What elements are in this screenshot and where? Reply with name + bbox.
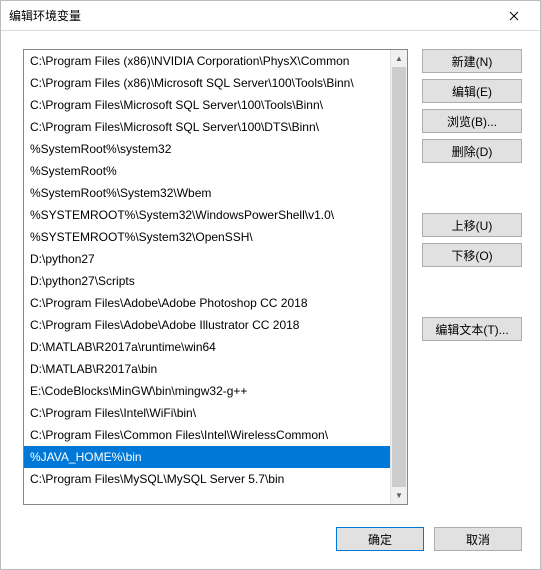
movedown-button-label: 下移(O) xyxy=(451,247,492,264)
scroll-up-button[interactable]: ▲ xyxy=(391,50,407,67)
ok-button[interactable]: 确定 xyxy=(336,527,424,551)
edittext-button-label: 编辑文本(T)... xyxy=(435,321,508,338)
cancel-button[interactable]: 取消 xyxy=(434,527,522,551)
side-buttons: 新建(N) 编辑(E) 浏览(B)... 删除(D) 上移(U) 下移(O) 编… xyxy=(422,49,522,505)
list-item-selected[interactable]: %JAVA_HOME%\bin xyxy=(24,446,390,468)
new-button[interactable]: 新建(N) xyxy=(422,49,522,73)
list-item[interactable]: C:\Program Files\Common Files\Intel\Wire… xyxy=(24,424,390,446)
spacer xyxy=(422,169,522,207)
list-item[interactable]: %SystemRoot% xyxy=(24,160,390,182)
footer-buttons: 确定 取消 xyxy=(336,527,522,551)
cancel-button-label: 取消 xyxy=(466,531,490,548)
chevron-down-icon: ▼ xyxy=(395,491,403,500)
new-button-label: 新建(N) xyxy=(452,53,493,70)
titlebar: 编辑环境变量 xyxy=(1,1,540,31)
scroll-thumb[interactable] xyxy=(392,67,406,487)
ok-button-label: 确定 xyxy=(368,531,392,548)
list-item[interactable]: C:\Program Files\Microsoft SQL Server\10… xyxy=(24,116,390,138)
list-item[interactable]: D:\python27\Scripts xyxy=(24,270,390,292)
list-item[interactable]: E:\CodeBlocks\MinGW\bin\mingw32-g++ xyxy=(24,380,390,402)
list-item[interactable]: C:\Program Files (x86)\Microsoft SQL Ser… xyxy=(24,72,390,94)
path-listbox[interactable]: C:\Program Files (x86)\NVIDIA Corporatio… xyxy=(24,50,390,504)
delete-button-label: 删除(D) xyxy=(452,143,493,160)
list-item[interactable]: C:\Program Files\Adobe\Adobe Photoshop C… xyxy=(24,292,390,314)
list-item[interactable]: C:\Program Files\Microsoft SQL Server\10… xyxy=(24,94,390,116)
edittext-button[interactable]: 编辑文本(T)... xyxy=(422,317,522,341)
edit-button-label: 编辑(E) xyxy=(452,83,492,100)
browse-button-label: 浏览(B)... xyxy=(447,113,497,130)
list-item[interactable]: %SystemRoot%\System32\Wbem xyxy=(24,182,390,204)
window-title: 编辑环境变量 xyxy=(9,7,81,24)
list-item[interactable]: C:\Program Files\Intel\WiFi\bin\ xyxy=(24,402,390,424)
scroll-track[interactable] xyxy=(391,67,407,487)
list-item[interactable]: D:\MATLAB\R2017a\runtime\win64 xyxy=(24,336,390,358)
close-icon xyxy=(509,11,519,21)
list-item[interactable]: %SYSTEMROOT%\System32\WindowsPowerShell\… xyxy=(24,204,390,226)
path-listbox-frame: C:\Program Files (x86)\NVIDIA Corporatio… xyxy=(23,49,408,505)
list-item[interactable]: D:\MATLAB\R2017a\bin xyxy=(24,358,390,380)
list-item[interactable]: C:\Program Files\MySQL\MySQL Server 5.7\… xyxy=(24,468,390,490)
list-item[interactable]: %SYSTEMROOT%\System32\OpenSSH\ xyxy=(24,226,390,248)
spacer xyxy=(422,273,522,311)
moveup-button[interactable]: 上移(U) xyxy=(422,213,522,237)
delete-button[interactable]: 删除(D) xyxy=(422,139,522,163)
browse-button[interactable]: 浏览(B)... xyxy=(422,109,522,133)
scroll-down-button[interactable]: ▼ xyxy=(391,487,407,504)
list-item[interactable]: D:\python27 xyxy=(24,248,390,270)
close-button[interactable] xyxy=(494,2,534,30)
movedown-button[interactable]: 下移(O) xyxy=(422,243,522,267)
list-item[interactable]: C:\Program Files (x86)\NVIDIA Corporatio… xyxy=(24,50,390,72)
content-area: C:\Program Files (x86)\NVIDIA Corporatio… xyxy=(23,49,522,505)
list-item[interactable]: %SystemRoot%\system32 xyxy=(24,138,390,160)
edit-button[interactable]: 编辑(E) xyxy=(422,79,522,103)
chevron-up-icon: ▲ xyxy=(395,54,403,63)
list-item[interactable]: C:\Program Files\Adobe\Adobe Illustrator… xyxy=(24,314,390,336)
moveup-button-label: 上移(U) xyxy=(452,217,493,234)
vertical-scrollbar[interactable]: ▲ ▼ xyxy=(390,50,407,504)
